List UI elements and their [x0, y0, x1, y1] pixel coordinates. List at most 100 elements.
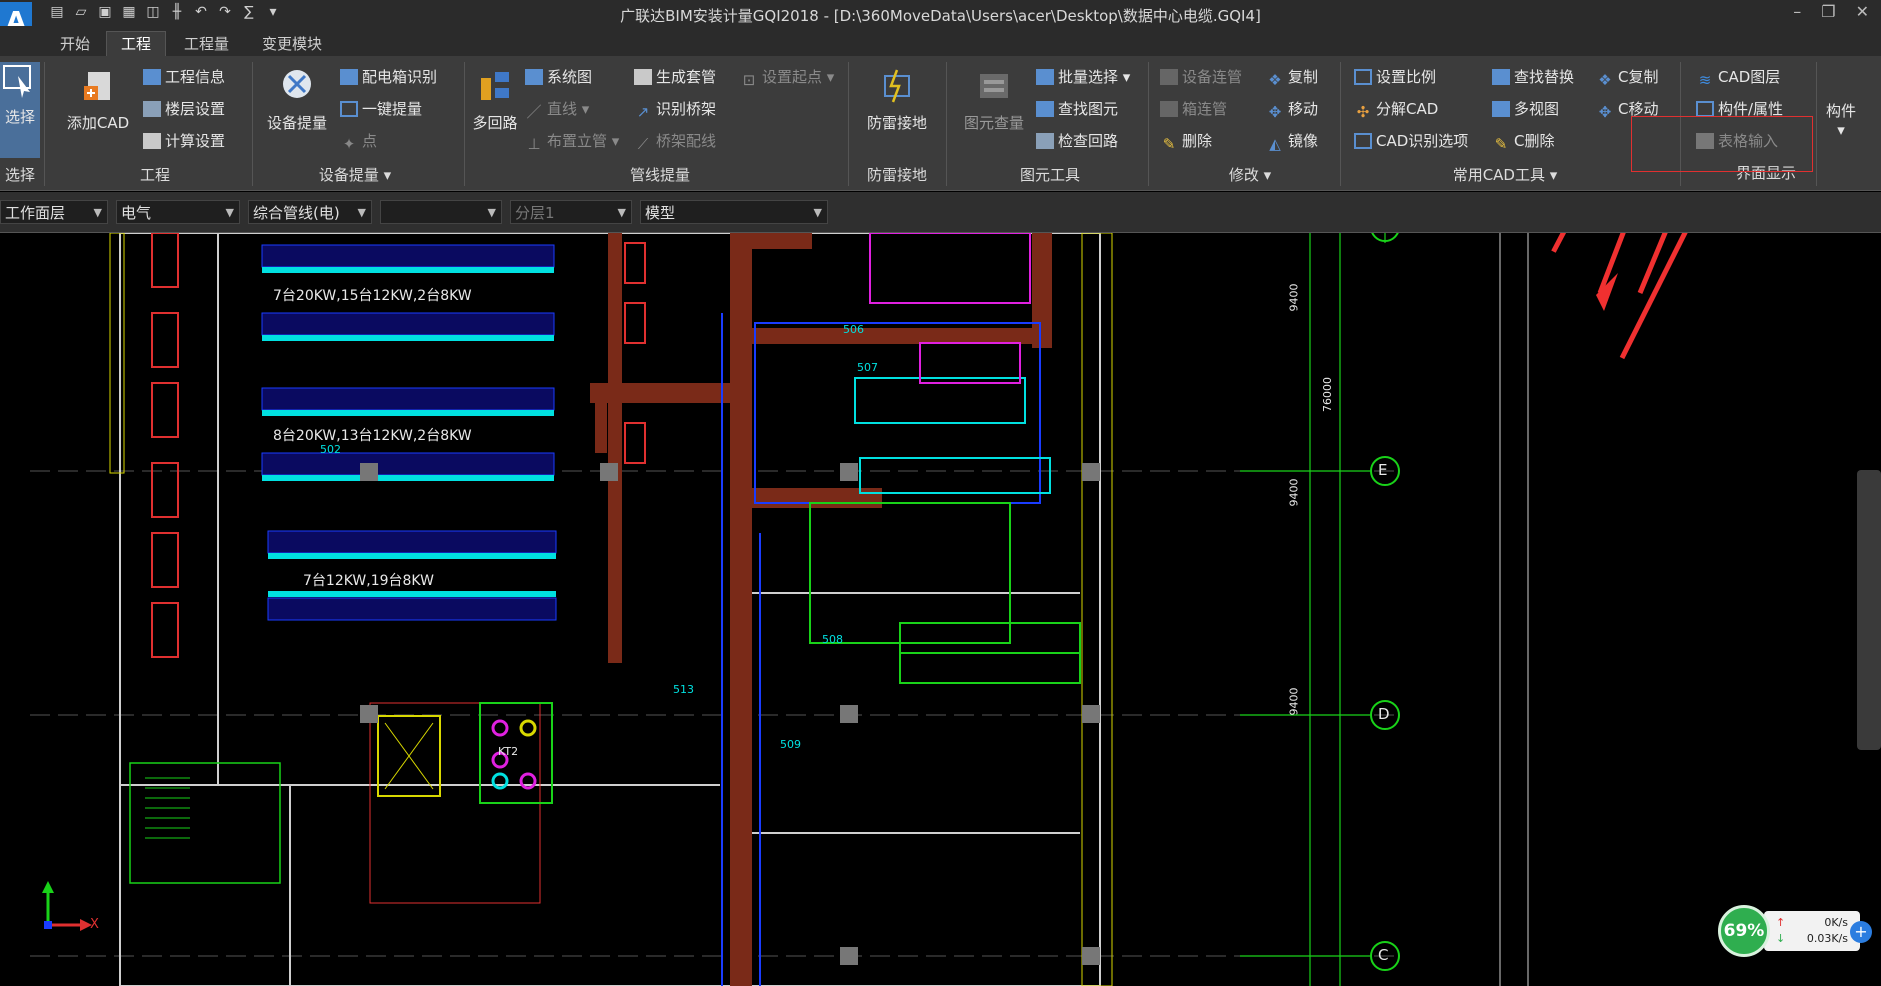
find-replace-icon: [1492, 69, 1510, 85]
axis-bubbles: [1370, 233, 1400, 971]
mode-combo[interactable]: 模型 ▼: [640, 200, 828, 224]
cad-layer-label: CAD图层: [1718, 68, 1781, 86]
tray-id-button[interactable]: ↗ 识别桥架: [634, 98, 716, 121]
divider: [252, 62, 253, 186]
one-click-button[interactable]: 一键提量: [340, 98, 422, 120]
blank-combo[interactable]: ▼: [380, 200, 502, 224]
layer-toolbar: 工作面层 ▼ 电气 ▼ 综合管线(电) ▼ ▼ 分层1 ▼ 模型 ▼: [0, 192, 1881, 233]
multi-view-button[interactable]: 多视图: [1492, 98, 1559, 120]
cad-canvas[interactable]: 502 506 507 508 509 513 7台20KW,15台12KW,2…: [0, 233, 1881, 986]
layers-icon: ≋: [1698, 71, 1712, 89]
kt-label: KT2: [498, 745, 519, 758]
dev-connect-icon: [1160, 69, 1178, 85]
project-info-button[interactable]: 工程信息: [143, 66, 225, 88]
net-speed-panel: ↑ 0K/s ↓ 0.03K/s: [1764, 911, 1860, 951]
type-combo[interactable]: 综合管线(电) ▼: [248, 200, 372, 224]
c-delete-button[interactable]: ✎ C删除: [1492, 130, 1555, 153]
grounding-button[interactable]: 防雷接地: [862, 68, 932, 133]
mirror-button[interactable]: ◭ 镜像: [1266, 130, 1318, 153]
tab-start[interactable]: 开始: [46, 32, 104, 56]
line-icon: ／: [526, 103, 542, 121]
add-cad-button[interactable]: 添加CAD: [62, 68, 134, 133]
find-replace-button[interactable]: 查找替换: [1492, 66, 1574, 88]
divider: [1816, 62, 1817, 186]
divider: [946, 62, 947, 186]
close-icon[interactable]: ✕: [1856, 2, 1869, 21]
component-button[interactable]: 构件 ▾: [1820, 100, 1862, 139]
view-navigation-strip[interactable]: [1857, 470, 1881, 750]
multi-loop-label: 多回路: [472, 114, 518, 132]
multi-view-label: 多视图: [1514, 100, 1560, 118]
brown-cable-trays: [1032, 233, 1052, 348]
system-diagram-icon: [525, 69, 543, 85]
dev-connect-button[interactable]: 设备连管: [1160, 66, 1242, 88]
floor-settings-button[interactable]: 楼层设置: [143, 98, 225, 120]
box-connect-button[interactable]: 箱连管: [1160, 98, 1227, 120]
point-label: 点: [362, 132, 378, 150]
tab-project[interactable]: 工程: [106, 31, 167, 56]
project-info-icon: [143, 69, 161, 85]
element-view-button[interactable]: 图元查量: [958, 68, 1030, 133]
tab-change[interactable]: 变更模块: [248, 32, 336, 56]
sublayer-combo[interactable]: 分层1 ▼: [510, 200, 632, 224]
copy-button[interactable]: ❖ 复制: [1266, 66, 1318, 89]
riser-button[interactable]: ⊥ 布置立管 ▾: [525, 130, 619, 153]
layer-combo[interactable]: 工作面层 ▼: [0, 200, 108, 224]
batch-select-label: 批量选择: [1058, 68, 1119, 86]
multi-loop-button[interactable]: 多回路: [470, 68, 520, 133]
upload-speed: 0K/s: [1824, 916, 1848, 929]
riser-label: 布置立管: [547, 132, 608, 150]
dimension-text: 9400: [1287, 283, 1301, 312]
minimize-icon[interactable]: –: [1793, 2, 1801, 21]
c-copy-button[interactable]: ❖ C复制: [1596, 66, 1658, 89]
point-icon: ✦: [342, 135, 356, 153]
device-extract-button[interactable]: 设备提量: [262, 68, 332, 133]
plus-icon[interactable]: +: [1850, 921, 1872, 943]
group-cad-tools-label: 常用CAD工具 ▾: [1452, 166, 1558, 184]
sleeve-icon: [634, 69, 652, 85]
cad-layer-button[interactable]: ≋ CAD图层: [1696, 66, 1781, 89]
explode-cad-button[interactable]: ✣ 分解CAD: [1354, 98, 1439, 121]
group-element-label: 图元工具: [1019, 166, 1080, 184]
set-start-label: 设置起点: [762, 68, 823, 86]
ucs-x-label: X: [90, 917, 99, 932]
box-connect-label: 箱连管: [1182, 100, 1228, 118]
batch-select-button[interactable]: 批量选择 ▾: [1036, 66, 1130, 88]
find-element-button[interactable]: 查找图元: [1036, 98, 1118, 120]
set-ratio-button[interactable]: 设置比例: [1354, 66, 1436, 88]
divider: [1340, 62, 1341, 186]
cad-options-label: CAD识别选项: [1376, 132, 1469, 150]
restore-icon[interactable]: ❐: [1821, 2, 1835, 21]
point-button[interactable]: ✦ 点: [340, 130, 378, 153]
calc-settings-button[interactable]: 计算设置: [143, 130, 225, 152]
memory-percent[interactable]: 69%: [1718, 905, 1770, 957]
stair-treads: [145, 777, 190, 839]
group-project-label: 工程: [139, 166, 170, 184]
system-diagram-button[interactable]: 系统图: [525, 66, 592, 88]
check-loop-button[interactable]: 检查回路: [1036, 130, 1118, 152]
set-start-button[interactable]: ⊡ 设置起点 ▾: [740, 66, 835, 89]
room-label: 507: [857, 361, 878, 374]
straight-button[interactable]: ／直线 ▾: [525, 98, 589, 121]
move-label: 移动: [1288, 100, 1319, 118]
box-connect-icon: [1160, 101, 1178, 117]
move-button[interactable]: ✥ 移动: [1266, 98, 1319, 121]
axis-label-d: D: [1378, 705, 1390, 723]
tray-wire-label: 桥架配线: [656, 132, 717, 150]
discipline-combo[interactable]: 电气 ▼: [116, 200, 240, 224]
mirror-icon: ◭: [1269, 135, 1281, 153]
delete-button[interactable]: ✎ 删除: [1160, 130, 1212, 153]
download-speed: 0.03K/s: [1806, 932, 1848, 945]
gen-sleeve-button[interactable]: 生成套管: [634, 66, 716, 88]
network-speed-widget[interactable]: ↑ 0K/s ↓ 0.03K/s 69% +: [1718, 905, 1872, 957]
tray-wire-button[interactable]: ⟋ 桥架配线: [634, 130, 717, 153]
panel-id-button[interactable]: 配电箱识别: [340, 66, 437, 88]
select-button[interactable]: 选择: [0, 62, 40, 158]
component-attr-icon: [1696, 101, 1714, 117]
start-point-icon: ⊡: [742, 71, 756, 89]
cad-options-icon: [1354, 133, 1372, 149]
tab-quantity[interactable]: 工程量: [170, 32, 243, 56]
cad-options-button[interactable]: CAD识别选项: [1354, 130, 1468, 152]
grounding-label: 防雷接地: [866, 114, 927, 132]
upload-arrow-icon: ↑: [1776, 916, 1786, 929]
